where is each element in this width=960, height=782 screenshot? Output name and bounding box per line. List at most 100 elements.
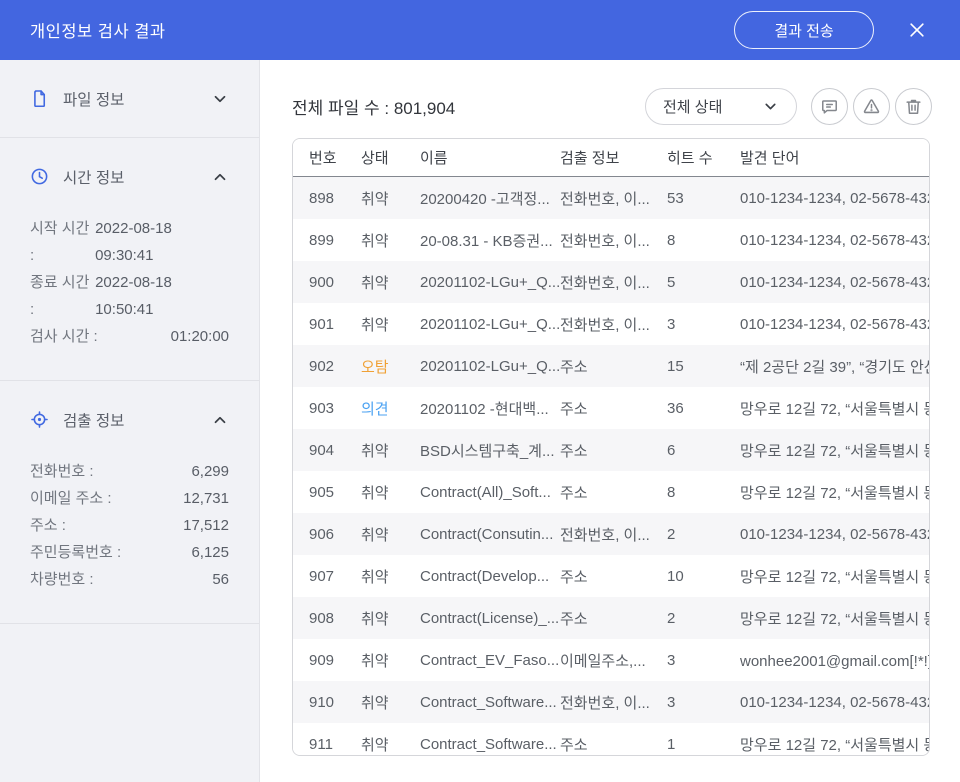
table-row[interactable]: 898 취약 20200420 -고객정... 전화번호, 이... 53 01… bbox=[293, 177, 929, 219]
warning-button[interactable] bbox=[853, 88, 890, 125]
row-hit-count: 10 bbox=[667, 568, 740, 585]
table-row[interactable]: 906 취약 Contract(Consutin... 전화번호, 이... 2… bbox=[293, 513, 929, 555]
status-filter-dropdown[interactable]: 전체 상태 bbox=[645, 88, 797, 125]
row-filename: 20-08.31 - KB증권... bbox=[420, 230, 560, 251]
column-header-status[interactable]: 상태 bbox=[361, 147, 420, 168]
row-number: 906 bbox=[293, 526, 361, 543]
row-status: 취약 bbox=[361, 230, 420, 251]
row-filename: 20201102 -현대백... bbox=[420, 398, 560, 419]
row-found-words: 010-1234-1234, 02-5678-4321, 0 bbox=[740, 274, 929, 291]
toolbar: 전체 파일 수 : 801,904 전체 상태 bbox=[292, 87, 932, 125]
row-status: 취약 bbox=[361, 188, 420, 209]
comment-icon bbox=[820, 97, 839, 116]
close-button[interactable] bbox=[904, 17, 930, 43]
sidebar-section-time-info[interactable]: 시간 정보 bbox=[0, 138, 259, 215]
row-filename: Contract(Consutin... bbox=[420, 526, 560, 543]
stat-row-phone: 전화번호 : 6,299 bbox=[30, 458, 229, 485]
row-number: 908 bbox=[293, 610, 361, 627]
row-hit-count: 15 bbox=[667, 358, 740, 375]
row-number: 901 bbox=[293, 316, 361, 333]
stat-value: 12,731 bbox=[183, 485, 229, 512]
table-row[interactable]: 908 취약 Contract(License)_... 주소 2 망우로 12… bbox=[293, 597, 929, 639]
row-status: 취약 bbox=[361, 482, 420, 503]
row-hit-count: 1 bbox=[667, 736, 740, 753]
column-header-found-words[interactable]: 발견 단어 bbox=[740, 147, 929, 168]
row-detect-info: 주소 bbox=[560, 608, 667, 629]
stat-value: 2022-08-18 09:30:41 bbox=[95, 215, 229, 269]
row-number: 904 bbox=[293, 442, 361, 459]
table-row[interactable]: 905 취약 Contract(All)_Soft... 주소 8 망우로 12… bbox=[293, 471, 929, 513]
row-filename: 20201102-LGu+_Q... bbox=[420, 274, 560, 291]
detect-info-rows: 전화번호 : 6,299 이메일 주소 : 12,731 주소 : 17,512… bbox=[0, 458, 259, 623]
column-header-detect-info[interactable]: 검출 정보 bbox=[560, 147, 667, 168]
stat-value: 6,125 bbox=[191, 539, 229, 566]
stat-label: 주민등록번호 : bbox=[30, 539, 121, 566]
row-filename: 20201102-LGu+_Q... bbox=[420, 358, 560, 375]
target-icon bbox=[30, 410, 49, 429]
sidebar-divider bbox=[0, 623, 259, 624]
row-hit-count: 36 bbox=[667, 400, 740, 417]
stat-value: 17,512 bbox=[183, 512, 229, 539]
row-filename: 20200420 -고객정... bbox=[420, 188, 560, 209]
stat-label: 차량번호 : bbox=[30, 566, 94, 593]
row-found-words: 010-1234-1234, 02-5678-4321, 0 bbox=[740, 232, 929, 249]
table-row[interactable]: 909 취약 Contract_EV_Faso... 이메일주소,... 3 w… bbox=[293, 639, 929, 681]
sidebar-section-detect-info[interactable]: 검출 정보 bbox=[0, 381, 259, 458]
stat-label: 전화번호 : bbox=[30, 458, 94, 485]
main-panel: 전체 파일 수 : 801,904 전체 상태 bbox=[260, 60, 960, 782]
stat-row-address: 주소 : 17,512 bbox=[30, 512, 229, 539]
table-row[interactable]: 907 취약 Contract(Develop... 주소 10 망우로 12길… bbox=[293, 555, 929, 597]
table-row[interactable]: 904 취약 BSD시스템구축_계... 주소 6 망우로 12길 72, “서… bbox=[293, 429, 929, 471]
stat-label: 종료 시간 : bbox=[30, 269, 95, 323]
stat-row-end-time: 종료 시간 : 2022-08-18 10:50:41 bbox=[30, 269, 229, 323]
table-row[interactable]: 910 취약 Contract_Software... 전화번호, 이... 3… bbox=[293, 681, 929, 723]
row-filename: Contract_EV_Faso... bbox=[420, 652, 560, 669]
section-label: 시간 정보 bbox=[63, 166, 211, 188]
row-detect-info: 주소 bbox=[560, 398, 667, 419]
table-row[interactable]: 900 취약 20201102-LGu+_Q... 전화번호, 이... 5 0… bbox=[293, 261, 929, 303]
row-detect-info: 전화번호, 이... bbox=[560, 272, 667, 293]
comment-button[interactable] bbox=[811, 88, 848, 125]
section-label: 검출 정보 bbox=[63, 409, 211, 431]
column-header-name[interactable]: 이름 bbox=[420, 147, 560, 168]
row-status: 취약 bbox=[361, 524, 420, 545]
row-filename: Contract(All)_Soft... bbox=[420, 484, 560, 501]
row-found-words: wonhee2001@gmail.com[!*!], 제 bbox=[740, 650, 929, 671]
row-found-words: 망우로 12길 72, “서울특별시 동대 bbox=[740, 398, 929, 419]
stat-label: 이메일 주소 : bbox=[30, 485, 112, 512]
row-hit-count: 53 bbox=[667, 190, 740, 207]
row-status: 취약 bbox=[361, 692, 420, 713]
row-hit-count: 2 bbox=[667, 610, 740, 627]
sidebar: 파일 정보 시간 정보 시작 시간 : 2022-08-18 09:30:41 … bbox=[0, 60, 260, 782]
table-row[interactable]: 911 취약 Contract_Software... 주소 1 망우로 12길… bbox=[293, 723, 929, 756]
row-found-words: 망우로 12길 72, “서울특별시 동대 bbox=[740, 608, 929, 629]
warning-icon bbox=[862, 97, 881, 116]
row-filename: Contract(License)_... bbox=[420, 610, 560, 627]
delete-button[interactable] bbox=[895, 88, 932, 125]
send-results-button[interactable]: 결과 전송 bbox=[734, 11, 874, 49]
table-row[interactable]: 902 오탐 20201102-LGu+_Q... 주소 15 “제 2공단 2… bbox=[293, 345, 929, 387]
row-number: 910 bbox=[293, 694, 361, 711]
dialog-header: 개인정보 검사 결과 결과 전송 bbox=[0, 0, 960, 60]
row-filename: BSD시스템구축_계... bbox=[420, 440, 560, 461]
table-row[interactable]: 901 취약 20201102-LGu+_Q... 전화번호, 이... 3 0… bbox=[293, 303, 929, 345]
chevron-down-icon bbox=[211, 90, 229, 108]
row-number: 898 bbox=[293, 190, 361, 207]
row-detect-info: 전화번호, 이... bbox=[560, 188, 667, 209]
row-found-words: 망우로 12길 72, “서울특별시 동대 bbox=[740, 440, 929, 461]
row-detect-info: 전화번호, 이... bbox=[560, 314, 667, 335]
row-number: 907 bbox=[293, 568, 361, 585]
table-body: 898 취약 20200420 -고객정... 전화번호, 이... 53 01… bbox=[293, 177, 929, 756]
row-filename: Contract(Develop... bbox=[420, 568, 560, 585]
row-found-words: 010-1234-1234, 02-5678-4321, 0 bbox=[740, 190, 929, 207]
row-found-words: 망우로 12길 72, “서울특별시 동대 bbox=[740, 566, 929, 587]
row-detect-info: 이메일주소,... bbox=[560, 650, 667, 671]
stat-value: 2022-08-18 10:50:41 bbox=[95, 269, 229, 323]
total-file-count: 전체 파일 수 : 801,904 bbox=[292, 94, 455, 119]
table-row[interactable]: 903 의견 20201102 -현대백... 주소 36 망우로 12길 72… bbox=[293, 387, 929, 429]
column-header-hit-count[interactable]: 히트 수 bbox=[667, 147, 740, 168]
table-row[interactable]: 899 취약 20-08.31 - KB증권... 전화번호, 이... 8 0… bbox=[293, 219, 929, 261]
sidebar-section-file-info[interactable]: 파일 정보 bbox=[0, 60, 259, 137]
file-icon bbox=[30, 89, 49, 108]
column-header-number[interactable]: 번호 bbox=[293, 147, 361, 168]
